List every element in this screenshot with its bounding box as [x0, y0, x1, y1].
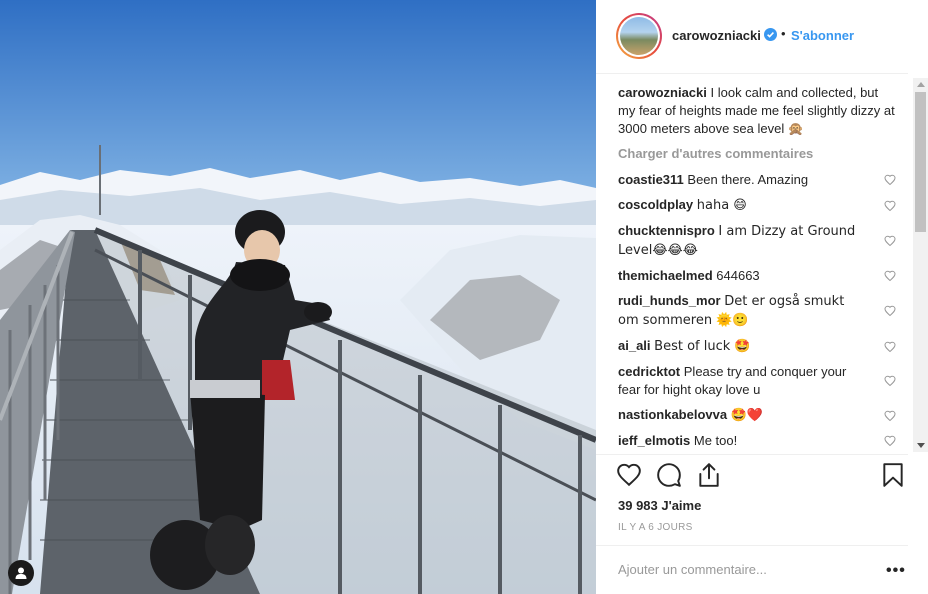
- post-photo[interactable]: [0, 0, 596, 594]
- comment-text: Been there. Amazing: [687, 172, 809, 187]
- likes-count[interactable]: 39 983 J'aime: [618, 498, 701, 513]
- comment-username[interactable]: nastionkabelovva: [618, 407, 727, 422]
- verified-badge-icon: [764, 28, 777, 41]
- scroll-up-arrow-icon[interactable]: [917, 82, 925, 87]
- follow-button[interactable]: S'abonner: [791, 28, 854, 43]
- comments-scrollbar[interactable]: [913, 78, 928, 452]
- add-comment-input[interactable]: [618, 562, 868, 577]
- instagram-post: carowozniacki • S'abonner carowozniacki …: [0, 0, 928, 594]
- avatar-frame: [618, 15, 660, 57]
- comment-text: 🤩❤️: [730, 408, 764, 423]
- comment-username[interactable]: rudi_hunds_mor: [618, 293, 721, 308]
- comment-text: Me too!: [693, 433, 738, 448]
- header-divider: [596, 73, 908, 74]
- heart-icon[interactable]: [884, 435, 896, 447]
- comment-username[interactable]: ieff_elmotis: [618, 433, 690, 448]
- post-caption: carowozniacki I look calm and collected,…: [618, 84, 896, 138]
- heart-icon[interactable]: [884, 410, 896, 422]
- header-username[interactable]: carowozniacki: [672, 28, 761, 43]
- comment-text: 644663: [716, 268, 760, 283]
- load-more-comments-button[interactable]: Charger d'autres commentaires: [618, 146, 896, 161]
- heart-icon[interactable]: [884, 174, 896, 186]
- comment-item: themichaelmed 644663: [618, 267, 896, 285]
- comment-username[interactable]: themichaelmed: [618, 268, 713, 283]
- avatar-image: [620, 17, 658, 55]
- comments-list[interactable]: carowozniacki I look calm and collected,…: [618, 84, 896, 454]
- heart-icon[interactable]: [884, 235, 896, 247]
- heart-icon[interactable]: [884, 270, 896, 282]
- user-tag-icon[interactable]: [8, 560, 34, 586]
- heart-icon[interactable]: [884, 305, 896, 317]
- action-bar: [616, 462, 908, 490]
- avatar[interactable]: [616, 13, 662, 59]
- comment-username[interactable]: coscoldplay: [618, 197, 693, 212]
- comment-item: chucktennispro I am Dizzy at Ground Leve…: [618, 222, 896, 260]
- comment-text: haha 😄: [696, 198, 747, 213]
- comment-icon[interactable]: [656, 462, 682, 488]
- add-comment-divider: [596, 545, 908, 546]
- comment-username[interactable]: cedricktot: [618, 364, 680, 379]
- more-options-icon[interactable]: •••: [886, 562, 906, 580]
- caption-username[interactable]: carowozniacki: [618, 85, 707, 100]
- heart-icon[interactable]: [884, 341, 896, 353]
- comment-item: cedricktot Please try and conquer your f…: [618, 363, 896, 399]
- comment-username[interactable]: coastie311: [618, 172, 684, 187]
- comment-item: ieff_elmotis Me too!: [618, 432, 896, 450]
- bookmark-icon[interactable]: [880, 462, 906, 488]
- comment-text: Best of luck 🤩: [654, 339, 751, 354]
- post-timestamp[interactable]: IL Y A 6 JOURS: [618, 522, 693, 533]
- heart-icon[interactable]: [884, 375, 896, 387]
- comment-item: coastie311 Been there. Amazing: [618, 171, 896, 189]
- photo-mountain-bridge: [0, 0, 596, 594]
- comment-username[interactable]: ai_ali: [618, 338, 651, 353]
- comment-item: coscoldplay haha 😄: [618, 196, 896, 215]
- post-side-panel: carowozniacki • S'abonner carowozniacki …: [596, 0, 928, 594]
- scrollbar-thumb[interactable]: [915, 92, 926, 232]
- comment-username[interactable]: chucktennispro: [618, 223, 715, 238]
- like-heart-icon[interactable]: [616, 462, 642, 488]
- post-header: carowozniacki • S'abonner: [596, 0, 908, 74]
- comment-item: nastionkabelovva 🤩❤️: [618, 406, 896, 425]
- scroll-down-arrow-icon[interactable]: [917, 443, 925, 448]
- share-icon[interactable]: [696, 462, 722, 488]
- comment-item: rudi_hunds_mor Det er også smukt om somm…: [618, 292, 896, 330]
- user-silhouette: [15, 567, 27, 579]
- separator-dot: •: [781, 26, 786, 41]
- heart-icon[interactable]: [884, 200, 896, 212]
- actions-divider: [596, 454, 908, 455]
- comment-item: ai_ali Best of luck 🤩: [618, 337, 896, 356]
